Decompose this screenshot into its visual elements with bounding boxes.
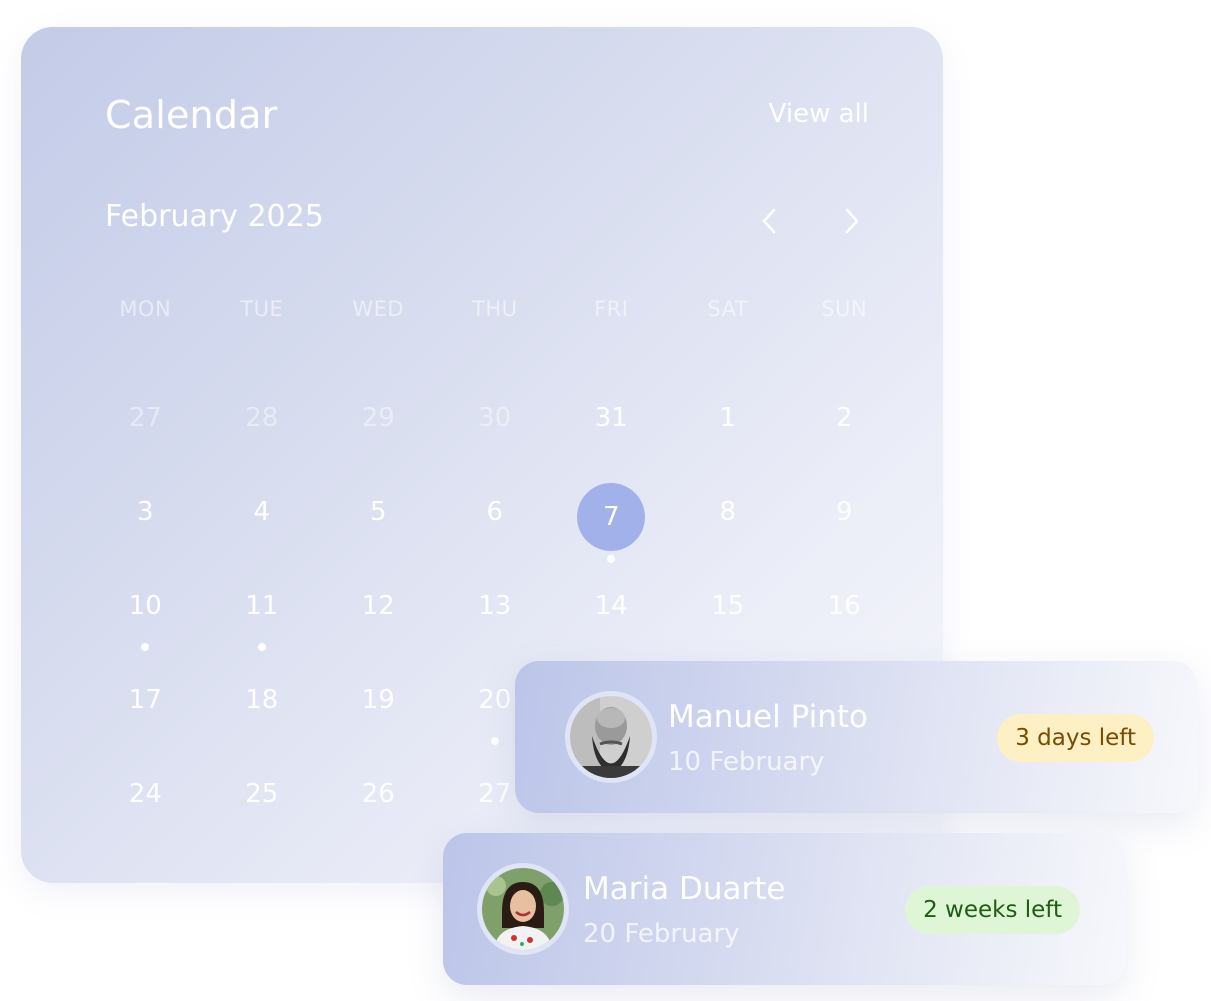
day-number: 8 [719,497,737,527]
calendar-day[interactable]: 2 [786,383,903,477]
calendar-day[interactable]: 5 [320,477,437,571]
event-indicator-dot [257,643,266,651]
event-indicator-dot [141,643,150,651]
calendar-day[interactable]: 15 [670,571,787,665]
weekday-label: TUE [240,297,284,321]
previous-month-button[interactable] [749,201,789,241]
calendar-day[interactable]: 30 [437,383,554,477]
view-all-link[interactable]: View all [769,99,869,129]
weekday-label: WED [352,297,405,321]
calendar-day[interactable]: 19 [320,665,437,759]
calendar-day[interactable]: 31 [553,383,670,477]
calendar-day[interactable]: 1 [670,383,787,477]
event-date: 10 February [668,747,825,777]
calendar-day[interactable]: 12 [320,571,437,665]
calendar-day[interactable]: 24 [87,759,204,853]
day-number: 5 [369,497,387,527]
day-number: 16 [827,591,861,621]
day-number: 30 [478,403,512,433]
day-number: 18 [245,685,279,715]
event-card[interactable]: Maria Duarte 20 February 2 weeks left [443,833,1125,985]
month-label: February 2025 [105,199,324,234]
calendar-week-row: 27 28 29 30 31 1 2 [87,383,853,477]
calendar-day[interactable]: 29 [320,383,437,477]
weekday-label: SUN [821,297,868,321]
day-number: 3 [136,497,154,527]
weekday-label: MON [119,297,172,321]
calendar-day[interactable]: 10 [87,571,204,665]
avatar-photo [570,696,652,778]
event-card[interactable]: Manuel Pinto 10 February 3 days left [515,661,1197,813]
calendar-day[interactable]: 28 [204,383,321,477]
day-number: 29 [361,403,395,433]
day-number: 15 [711,591,745,621]
calendar-day[interactable]: 3 [87,477,204,571]
event-person-name: Manuel Pinto [668,699,868,735]
calendar-day-selected[interactable]: 7 [553,477,670,571]
day-number: 6 [486,497,504,527]
calendar-day[interactable]: 11 [204,571,321,665]
calendar-day[interactable]: 4 [204,477,321,571]
avatar-photo [482,868,564,950]
day-number: 17 [128,685,162,715]
day-number: 24 [128,779,162,809]
next-month-button[interactable] [832,201,872,241]
day-number: 26 [361,779,395,809]
calendar-title: Calendar [105,93,278,137]
calendar-day[interactable]: 14 [553,571,670,665]
calendar-day[interactable]: 6 [437,477,554,571]
event-date: 20 February [583,919,740,949]
calendar-week-row: 3 4 5 6 7 8 9 [87,477,853,571]
event-person-name: Maria Duarte [583,871,786,907]
calendar-day[interactable]: 25 [204,759,321,853]
day-number: 14 [594,591,628,621]
day-number: 13 [478,591,512,621]
day-number: 20 [478,685,512,715]
time-left-badge: 3 days left [997,714,1154,762]
avatar [565,691,657,783]
day-number: 1 [719,403,737,433]
time-left-badge: 2 weeks left [905,886,1080,934]
day-number: 27 [128,403,162,433]
day-number: 2 [835,403,853,433]
avatar [477,863,569,955]
day-number: 28 [245,403,279,433]
day-number: 31 [594,403,628,433]
weekday-label: SAT [707,297,749,321]
calendar-day[interactable]: 26 [320,759,437,853]
day-number: 10 [128,591,162,621]
day-number: 27 [478,779,512,809]
event-indicator-dot [607,555,616,563]
chevron-right-icon [845,208,859,234]
calendar-day[interactable]: 16 [786,571,903,665]
calendar-day[interactable]: 13 [437,571,554,665]
chevron-left-icon [762,208,776,234]
weekday-header: MON TUE WED THU FRI SAT SUN [87,297,866,329]
calendar-day[interactable]: 27 [87,383,204,477]
day-number: 7 [577,483,646,551]
calendar-day[interactable]: 8 [670,477,787,571]
day-number: 12 [361,591,395,621]
calendar-week-row: 10 11 12 13 14 15 16 [87,571,861,665]
calendar-day[interactable]: 9 [786,477,903,571]
day-number: 11 [245,591,279,621]
calendar-day[interactable]: 17 [87,665,204,759]
weekday-label: THU [472,297,518,321]
day-number: 19 [361,685,395,715]
weekday-label: FRI [594,297,629,321]
day-number: 9 [835,497,853,527]
event-indicator-dot [490,737,499,745]
calendar-day[interactable]: 18 [204,665,321,759]
day-number: 25 [245,779,279,809]
day-number: 4 [253,497,271,527]
